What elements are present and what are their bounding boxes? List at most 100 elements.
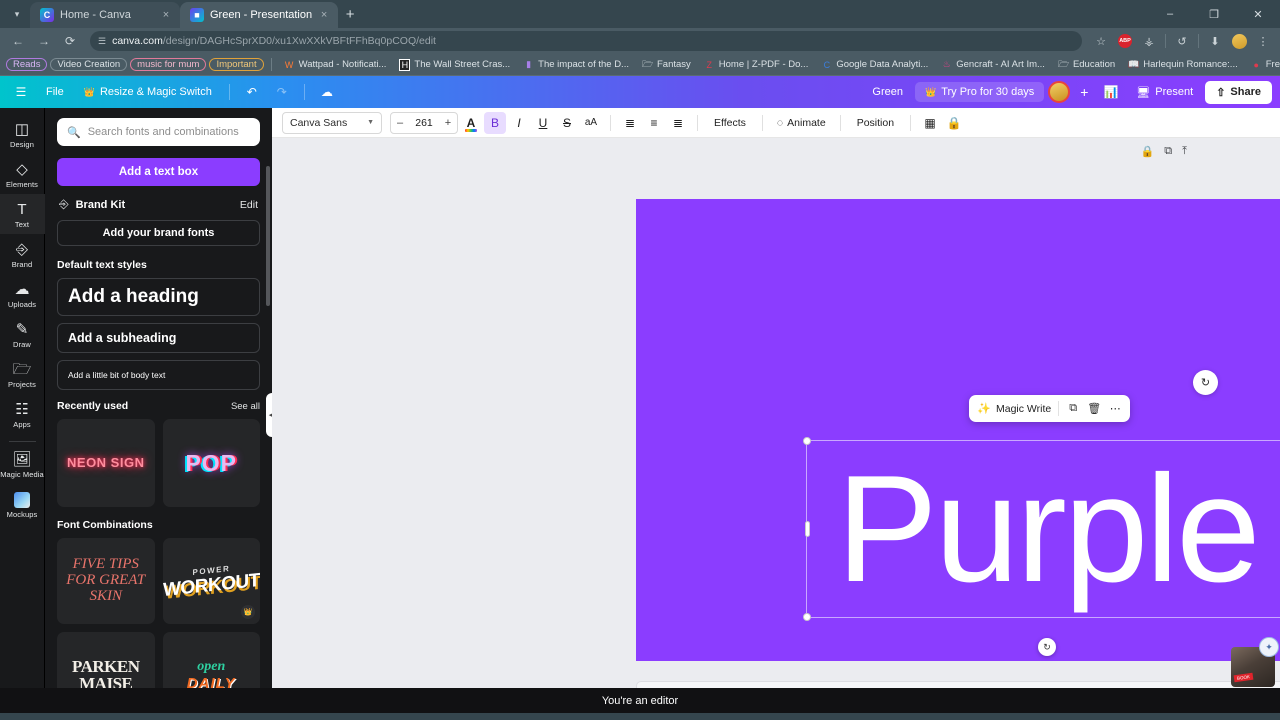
bookmark-item[interactable]: C Google Data Analyti... xyxy=(816,58,933,71)
text-style-subheading[interactable]: Add a subheading xyxy=(57,323,260,353)
recently-used-item[interactable]: POP xyxy=(162,419,260,507)
font-family-select[interactable]: Canva Sans ▼ xyxy=(282,111,382,134)
sidebar-item-apps[interactable]: ☷ Apps xyxy=(0,394,45,434)
resize-handle-middle-left[interactable] xyxy=(804,521,810,537)
bookmark-item[interactable]: Video Creation xyxy=(50,58,128,71)
forward-icon[interactable]: → xyxy=(32,30,56,52)
position-button[interactable]: Position xyxy=(849,117,902,129)
text-style-body[interactable]: Add a little bit of body text xyxy=(57,360,260,390)
canvas-area[interactable]: 🔒 ⧉ ⤒ Activate Windows Go to Settings to… xyxy=(272,138,1280,688)
bookmark-item[interactable]: ▮ The impact of the D... xyxy=(518,58,634,71)
new-tab-button[interactable]: + xyxy=(338,2,362,26)
animate-button[interactable]: ◌ Animate xyxy=(771,117,832,129)
font-combination-item[interactable]: POWER WORKOUT 👑 xyxy=(162,538,260,624)
font-size-stepper[interactable]: – 261 + xyxy=(390,111,458,134)
text-style-heading[interactable]: Add a heading xyxy=(57,278,260,316)
bookmark-item[interactable]: ♨ Gencraft - AI Art Im... xyxy=(936,58,1050,71)
share-button[interactable]: ⇧ Share xyxy=(1205,80,1272,104)
resize-handle-top-left[interactable] xyxy=(803,437,811,445)
browser-tab-0[interactable]: C Home - Canva × xyxy=(30,2,180,28)
see-all-link[interactable]: See all xyxy=(231,401,260,412)
site-settings-icon[interactable]: ☰ xyxy=(98,36,106,47)
undo-icon[interactable]: ↶ xyxy=(239,81,265,103)
magic-write-button[interactable]: ✨ Magic Write xyxy=(977,402,1051,416)
bookmark-item[interactable]: 🗁 Education xyxy=(1053,56,1120,74)
text-case-button[interactable]: aA xyxy=(580,112,602,134)
design-title[interactable]: Green xyxy=(864,82,911,102)
increase-font-size-button[interactable]: + xyxy=(439,117,457,129)
bookmark-item[interactable]: 🗁 Fantasy xyxy=(637,56,696,74)
magic-badge-icon[interactable]: ✦ xyxy=(1259,637,1279,657)
bookmark-item[interactable]: H The Wall Street Cras... xyxy=(394,58,515,72)
back-icon[interactable]: ← xyxy=(6,30,30,52)
bookmark-item[interactable]: W Wattpad - Notificati... xyxy=(279,58,392,71)
strikethrough-button[interactable]: S xyxy=(556,112,578,134)
sidebar-item-projects[interactable]: 🗁 Projects xyxy=(0,354,45,394)
recently-used-item[interactable]: NEON SIGN xyxy=(57,419,155,507)
close-icon[interactable]: ✕ xyxy=(1236,0,1280,28)
bookmark-item[interactable]: Z Home | Z-PDF - Do... xyxy=(699,58,814,71)
text-color-icon[interactable]: A xyxy=(460,112,482,134)
add-brand-fonts-button[interactable]: Add your brand fonts xyxy=(57,220,260,246)
try-pro-button[interactable]: 👑 Try Pro for 30 days xyxy=(914,82,1045,102)
font-combination-item[interactable]: PARKEN MAISE & xyxy=(57,632,155,688)
selected-text-element[interactable]: Purple xyxy=(803,437,1280,621)
downloads-icon[interactable]: ⬇ xyxy=(1204,30,1226,52)
resize-handle-bottom-left[interactable] xyxy=(803,613,811,621)
effects-button[interactable]: Effects xyxy=(706,117,754,129)
more-options-icon[interactable]: ⋯ xyxy=(1108,402,1122,415)
history-icon[interactable]: ↺ xyxy=(1171,30,1193,52)
decrease-font-size-button[interactable]: – xyxy=(391,117,409,129)
minimize-icon[interactable]: – xyxy=(1148,0,1192,28)
sidebar-item-text[interactable]: T Text xyxy=(0,194,45,234)
brand-kit-edit-link[interactable]: Edit xyxy=(240,199,258,211)
bookmark-item[interactable]: Important xyxy=(209,58,264,71)
user-avatar[interactable] xyxy=(1048,81,1071,103)
add-page-icon[interactable]: ⤒ xyxy=(1182,145,1187,158)
bullet-list-icon[interactable]: ≡ xyxy=(643,112,665,134)
add-page-button[interactable]: + Add page xyxy=(636,681,1280,688)
sidebar-item-brand[interactable]: ⎆ Brand xyxy=(0,234,45,274)
hamburger-icon[interactable]: ☰ xyxy=(8,81,34,103)
maximize-icon[interactable]: ❐ xyxy=(1192,0,1236,28)
bold-button[interactable]: B xyxy=(484,111,506,134)
sidebar-item-magic-media[interactable]: 🖼 Magic Media xyxy=(0,444,45,484)
sidebar-item-uploads[interactable]: ☁ Uploads xyxy=(0,274,45,314)
add-member-button[interactable]: + xyxy=(1074,84,1094,100)
present-button[interactable]: 🖥 Present xyxy=(1128,82,1201,103)
reload-icon[interactable]: ⟳ xyxy=(58,30,82,52)
bookmark-item[interactable]: Reads xyxy=(6,58,48,71)
font-combination-item[interactable]: open DAILY xyxy=(162,632,260,688)
resize-magic-switch-button[interactable]: 👑 Resize & Magic Switch xyxy=(76,82,220,102)
trash-icon[interactable]: 🗑 xyxy=(1087,402,1101,415)
close-icon[interactable]: × xyxy=(318,9,330,21)
underline-button[interactable]: U xyxy=(532,112,554,134)
font-combination-item[interactable]: FIVE TIPS FOR GREAT SKIN xyxy=(57,538,155,624)
bookmark-item[interactable]: 📖 Harlequin Romance:... xyxy=(1123,58,1243,71)
bookmark-item[interactable]: ● Free Download Books xyxy=(1246,58,1280,71)
duplicate-page-icon[interactable]: ⧉ xyxy=(1164,145,1172,158)
chrome-menu-icon[interactable]: ⋮ xyxy=(1252,30,1274,52)
sidebar-item-draw[interactable]: ✎ Draw xyxy=(0,314,45,354)
lock-icon[interactable]: 🔒 xyxy=(943,112,965,134)
sidebar-item-design[interactable]: ◫ Design xyxy=(0,114,45,154)
italic-button[interactable]: I xyxy=(508,112,530,134)
sidebar-item-mockups[interactable]: Mockups xyxy=(0,484,45,524)
adblock-icon[interactable]: ABP xyxy=(1114,30,1136,52)
redo-icon[interactable]: ↷ xyxy=(269,81,295,103)
panel-scrollbar[interactable] xyxy=(266,166,270,306)
transparency-icon[interactable]: ▦ xyxy=(919,112,941,134)
browser-tab-1[interactable]: ■ Green - Presentation × xyxy=(180,2,339,28)
collapse-panel-button[interactable]: ◀ xyxy=(266,393,272,437)
add-text-box-button[interactable]: Add a text box xyxy=(57,158,260,186)
bookmark-star-icon[interactable]: ☆ xyxy=(1090,30,1112,52)
file-menu[interactable]: File xyxy=(38,82,72,102)
rotate-handle-icon[interactable]: ↻ xyxy=(1038,638,1056,656)
profile-avatar[interactable] xyxy=(1228,30,1250,52)
tab-search-icon[interactable]: ▾ xyxy=(4,1,30,27)
font-size-value[interactable]: 261 xyxy=(409,117,439,129)
copy-icon[interactable]: ⧉ xyxy=(1066,402,1080,415)
bookmark-item[interactable]: music for mum xyxy=(130,58,207,71)
cloud-saved-icon[interactable]: ☁ xyxy=(314,81,340,103)
extensions-icon[interactable]: ⚶ xyxy=(1138,30,1160,52)
